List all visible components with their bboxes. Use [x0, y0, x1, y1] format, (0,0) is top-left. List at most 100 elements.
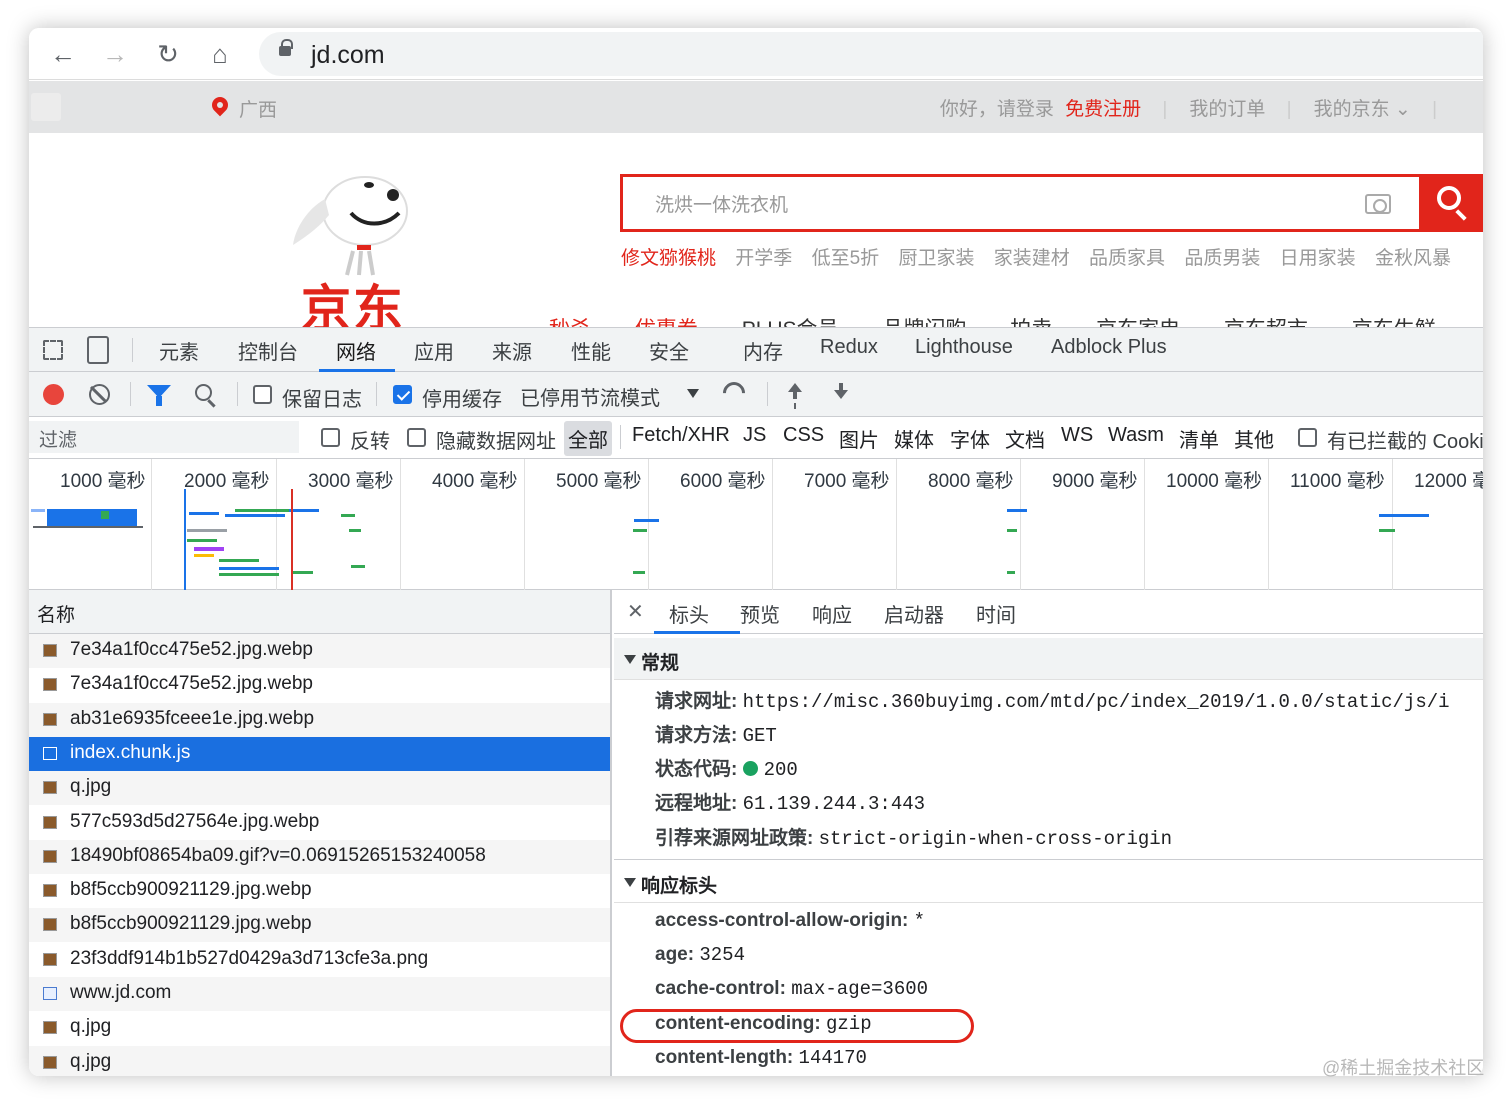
- request-row[interactable]: b8f5ccb900921129.jpg.webp: [29, 874, 610, 908]
- filter-type-img[interactable]: 图片: [835, 421, 883, 456]
- jd-logo-text[interactable]: 京东: [301, 269, 405, 327]
- divider: [614, 859, 1483, 860]
- filter-type-font[interactable]: 字体: [946, 421, 994, 456]
- register-link[interactable]: 免费注册: [1065, 99, 1141, 120]
- filter-icon[interactable]: [147, 385, 171, 406]
- timeline-gridline: [1144, 459, 1145, 590]
- address-bar[interactable]: jd.com: [259, 32, 1483, 76]
- filter-type-other[interactable]: 其他: [1230, 421, 1278, 456]
- request-row[interactable]: www.jd.com: [29, 977, 610, 1011]
- tab-timing[interactable]: 时间: [976, 599, 1016, 628]
- element-picker-icon[interactable]: [43, 340, 63, 360]
- search-icon[interactable]: [195, 384, 212, 401]
- home-icon[interactable]: ⌂: [203, 38, 237, 72]
- back-icon[interactable]: ←: [46, 38, 80, 72]
- tab-headers[interactable]: 标头: [669, 599, 709, 628]
- url-text[interactable]: jd.com: [311, 41, 385, 70]
- filter-type-js[interactable]: JS: [739, 421, 770, 450]
- tab-adblock-plus[interactable]: Adblock Plus: [1051, 336, 1167, 359]
- nav-item[interactable]: 品牌闪购: [882, 318, 966, 327]
- filter-type-ws[interactable]: WS: [1057, 421, 1097, 450]
- my-jd-link[interactable]: 我的京东 ⌄: [1314, 99, 1411, 120]
- blocked-cookies-checkbox[interactable]: [1298, 428, 1317, 447]
- tab-redux[interactable]: Redux: [820, 336, 878, 359]
- tab-application[interactable]: 应用: [414, 336, 454, 365]
- tab-sources[interactable]: 来源: [492, 336, 532, 365]
- chevron-down-icon[interactable]: [687, 389, 699, 398]
- my-orders-link[interactable]: 我的订单: [1189, 99, 1265, 120]
- network-overview-timeline[interactable]: 1000 毫秒 2000 毫秒 3000 毫秒 4000 毫秒 5000 毫秒 …: [29, 459, 1483, 590]
- request-row[interactable]: 23f3ddf914b1b527d0429a3d713cfe3a.png: [29, 943, 610, 977]
- filter-type-manifest[interactable]: 清单: [1175, 421, 1223, 456]
- tab-lighthouse[interactable]: Lighthouse: [915, 336, 1013, 359]
- hotword-link[interactable]: 厨卫家装: [898, 248, 974, 269]
- filter-type-doc[interactable]: 文档: [1001, 421, 1049, 456]
- reload-icon[interactable]: ↻: [151, 38, 185, 72]
- request-row[interactable]: b8f5ccb900921129.jpg.webp: [29, 908, 610, 943]
- response-headers-section-header[interactable]: 响应标头: [614, 861, 1483, 903]
- filter-type-fetch[interactable]: Fetch/XHR: [628, 421, 734, 450]
- tab-initiator[interactable]: 启动器: [884, 599, 944, 628]
- clear-icon[interactable]: [89, 384, 110, 405]
- throttling-select[interactable]: 已停用节流模式: [520, 382, 660, 411]
- device-toolbar-icon[interactable]: [87, 336, 109, 364]
- hotword-link[interactable]: 品质家具: [1089, 248, 1165, 269]
- hotword-link[interactable]: 金秋风暴: [1375, 248, 1451, 269]
- tab-preview[interactable]: 预览: [740, 599, 780, 628]
- filter-input[interactable]: 过滤: [29, 421, 299, 453]
- filter-type-wasm[interactable]: Wasm: [1104, 421, 1168, 450]
- hotword-link[interactable]: 修文猕猴桃: [621, 248, 716, 269]
- preserve-log-checkbox[interactable]: [253, 385, 272, 404]
- location-text[interactable]: 广西: [239, 95, 277, 122]
- forward-icon[interactable]: →: [98, 38, 132, 72]
- nav-item[interactable]: 京东超市: [1224, 318, 1308, 327]
- request-row[interactable]: q.jpg: [29, 771, 610, 806]
- hotword-link[interactable]: 品质男装: [1184, 248, 1260, 269]
- divider: |: [1432, 99, 1437, 120]
- request-row[interactable]: 577c593d5d27564e.jpg.webp: [29, 806, 610, 840]
- nav-item[interactable]: PLUS会员: [742, 318, 839, 327]
- hotword-link[interactable]: 开学季: [735, 248, 792, 269]
- record-icon[interactable]: [43, 384, 64, 405]
- nav-item[interactable]: 京东生鲜: [1352, 318, 1436, 327]
- close-icon[interactable]: ✕: [627, 599, 644, 624]
- tab-response[interactable]: 响应: [812, 599, 852, 628]
- filter-type-css[interactable]: CSS: [779, 421, 828, 450]
- filter-type-media[interactable]: 媒体: [890, 421, 938, 456]
- request-row[interactable]: q.jpg: [29, 1045, 610, 1076]
- jd-mascot-logo[interactable]: [287, 169, 417, 277]
- network-conditions-icon[interactable]: [718, 377, 750, 409]
- hotword-link[interactable]: 低至5折: [812, 248, 880, 269]
- invert-checkbox[interactable]: [321, 428, 340, 447]
- login-link[interactable]: 你好，请登录: [940, 99, 1054, 120]
- request-row[interactable]: 18490bf08654ba09.gif?v=0.069152651532400…: [29, 839, 610, 874]
- request-row[interactable]: q.jpg: [29, 1011, 610, 1045]
- request-name: 577c593d5d27564e.jpg.webp: [70, 810, 320, 832]
- tab-memory[interactable]: 内存: [743, 336, 783, 365]
- general-section-header[interactable]: 常规: [614, 638, 1483, 680]
- request-row[interactable]: 7e34a1f0cc475e52.jpg.webp: [29, 634, 610, 668]
- nav-item[interactable]: 优惠券: [635, 318, 698, 327]
- nav-item[interactable]: 秒杀: [549, 318, 591, 327]
- name-column-header[interactable]: 名称: [29, 590, 610, 634]
- request-row[interactable]: index.chunk.js: [29, 736, 610, 771]
- jd-search-button[interactable]: [1422, 174, 1483, 232]
- request-row[interactable]: ab31e6935fceee1e.jpg.webp: [29, 702, 610, 737]
- hotword-link[interactable]: 家装建材: [994, 248, 1070, 269]
- filter-type-all[interactable]: 全部: [564, 421, 612, 456]
- tab-performance[interactable]: 性能: [571, 336, 611, 365]
- nav-item[interactable]: 京东家电: [1096, 318, 1180, 327]
- tab-network[interactable]: 网络: [336, 336, 376, 365]
- nav-item[interactable]: 拍卖: [1010, 318, 1052, 327]
- request-row[interactable]: 7e34a1f0cc475e52.jpg.webp: [29, 668, 610, 702]
- tab-elements[interactable]: 元素: [159, 336, 199, 365]
- hide-data-urls-checkbox[interactable]: [407, 428, 426, 447]
- tab-security[interactable]: 安全: [649, 336, 689, 365]
- import-har-icon[interactable]: [786, 383, 804, 405]
- camera-icon[interactable]: [1365, 194, 1391, 214]
- jd-search-input[interactable]: 洗烘一体洗衣机: [620, 174, 1422, 232]
- hotword-link[interactable]: 日用家装: [1280, 248, 1356, 269]
- tab-console[interactable]: 控制台: [238, 336, 298, 365]
- disable-cache-checkbox[interactable]: [393, 385, 412, 404]
- export-har-icon[interactable]: [832, 383, 850, 405]
